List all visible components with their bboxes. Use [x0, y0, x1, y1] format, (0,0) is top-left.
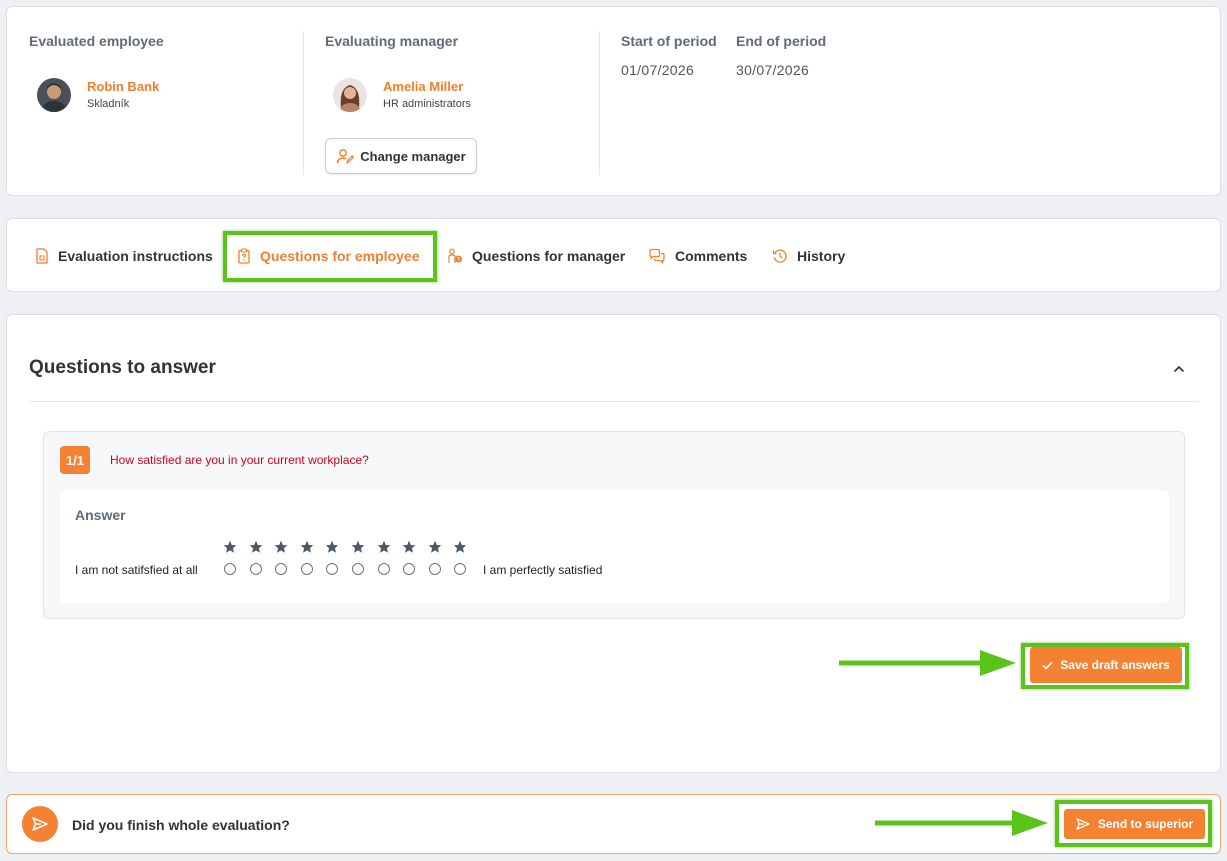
manager-person: Amelia Miller HR administrators: [333, 78, 471, 112]
tab-label: Questions for employee: [260, 248, 420, 264]
collapse-chevron-up-icon[interactable]: [1169, 359, 1189, 379]
tab-comments[interactable]: Comments: [648, 219, 747, 293]
document-icon: [36, 248, 48, 264]
question-text: How satisfied are you in your current wo…: [110, 453, 369, 467]
send-icon: [1076, 818, 1090, 830]
employee-role: Skladník: [87, 97, 130, 110]
section-divider: [29, 401, 1198, 402]
send-icon: [22, 806, 58, 842]
star-icon: [326, 540, 339, 553]
end-of-period-title: End of period: [736, 33, 827, 49]
end-of-period-date: 30/07/2026: [736, 62, 810, 78]
questions-section-title: Questions to answer: [29, 357, 216, 378]
clipboard-question-icon: [238, 248, 250, 264]
annotation-arrow-icon: [875, 810, 1048, 836]
person-question-icon: ?: [448, 248, 462, 263]
manager-name[interactable]: Amelia Miller: [383, 79, 471, 95]
finish-evaluation-question: Did you finish whole evaluation?: [72, 817, 290, 833]
start-of-period-title: Start of period: [621, 33, 717, 49]
rating-radio-3[interactable]: [275, 563, 288, 575]
tab-label: History: [797, 248, 846, 264]
rating-radio-4[interactable]: [300, 563, 313, 575]
answer-label: Answer: [75, 507, 126, 523]
star-icon: [223, 540, 237, 553]
rating-radio-2[interactable]: [249, 563, 262, 575]
employee-avatar: [37, 78, 71, 112]
star-icon: [454, 540, 467, 553]
start-of-period-date: 01/07/2026: [621, 62, 695, 78]
history-icon: [772, 249, 787, 263]
save-draft-label: Save draft answers: [1060, 658, 1170, 672]
star-icon: [377, 540, 390, 553]
manager-role: HR administrators: [383, 97, 472, 110]
tab-history[interactable]: History: [772, 219, 845, 293]
scale-low-label: I am not satifsfied at all: [75, 563, 198, 577]
tab-label: Comments: [675, 248, 748, 264]
questions-card: Questions to answer 1/1 How satisfied ar…: [6, 314, 1221, 773]
send-to-superior-button[interactable]: Send to superior: [1064, 809, 1205, 839]
tab-label: Evaluation instructions: [58, 248, 213, 264]
change-manager-label: Change manager: [360, 148, 466, 164]
change-manager-button[interactable]: Change manager: [325, 138, 477, 174]
rating-radio-8[interactable]: [403, 563, 416, 575]
scale-high-label: I am perfectly satisfied: [483, 563, 603, 577]
rating-radio-9[interactable]: [428, 563, 441, 575]
evaluating-manager-title: Evaluating manager: [325, 33, 459, 49]
evaluated-employee-title: Evaluated employee: [29, 33, 164, 49]
employee-person: Robin Bank Skladník: [37, 78, 159, 112]
evaluation-info-card: Evaluated employee Robin Bank Skladník E…: [6, 6, 1221, 196]
send-to-superior-label: Send to superior: [1097, 817, 1194, 831]
star-icon: [300, 540, 314, 553]
rating-radio-10[interactable]: [454, 563, 467, 575]
check-icon: [1042, 661, 1053, 670]
rating-radio-7[interactable]: [377, 563, 390, 575]
annotation-arrow-icon: [839, 650, 1016, 676]
tabs-bar: Evaluation instructions Questions for em…: [6, 218, 1221, 292]
tab-questions-for-employee[interactable]: Questions for employee: [237, 219, 419, 293]
rating-radio-6[interactable]: [352, 563, 364, 575]
rating-radio-1[interactable]: [224, 563, 236, 575]
star-icon: [351, 540, 365, 553]
employee-name[interactable]: Robin Bank: [87, 79, 159, 95]
tab-label: Questions for manager: [472, 248, 626, 264]
tab-evaluation-instructions[interactable]: Evaluation instructions: [35, 219, 213, 293]
question-number-badge: 1/1: [60, 446, 90, 474]
star-icon: [249, 540, 262, 553]
column-divider: [599, 31, 600, 175]
person-edit-icon: [337, 149, 355, 164]
star-icon: [274, 540, 288, 553]
tab-questions-for-manager[interactable]: ? Questions for manager: [447, 219, 625, 293]
answer-panel: Answer I am not satifsfied at all I am p…: [60, 490, 1169, 603]
question-item: 1/1 How satisfied are you in your curren…: [43, 431, 1185, 619]
chat-bubbles-icon: [649, 248, 665, 264]
star-icon: [402, 540, 416, 553]
column-divider: [303, 31, 304, 175]
rating-radio-5[interactable]: [326, 563, 339, 575]
save-draft-answers-button[interactable]: Save draft answers: [1030, 647, 1182, 683]
manager-avatar: [333, 78, 367, 112]
star-icon: [428, 540, 442, 553]
